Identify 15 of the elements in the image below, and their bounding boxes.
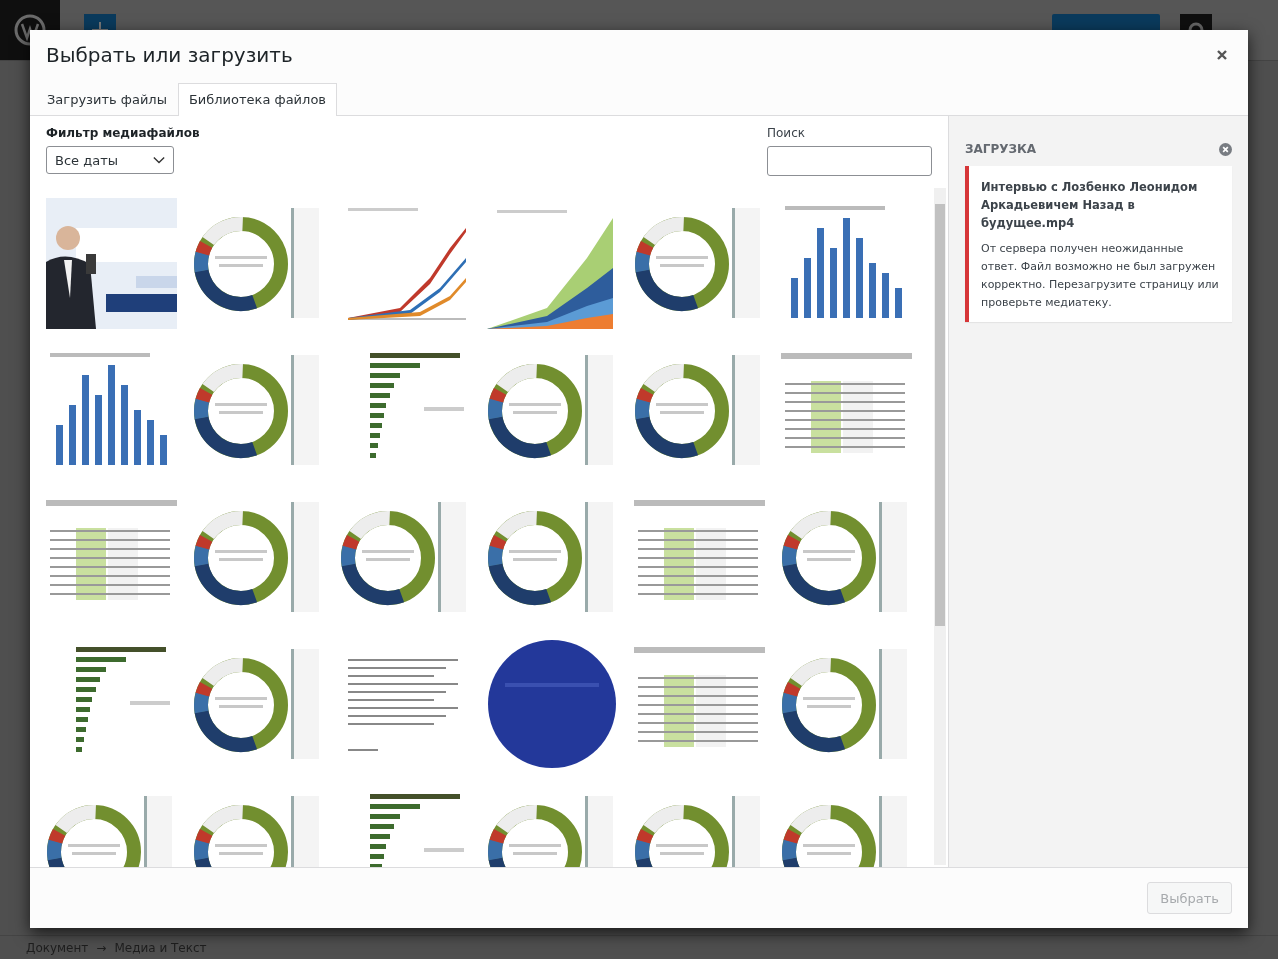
upload-heading: ЗАГРУЗКА [965, 142, 1037, 156]
error-message: От сервера получен неожиданные ответ. Файл возможно не был загружен корректно. Перезагрузите страницу или проверьте медиатеку. [981, 241, 1220, 311]
tab[interactable]: Библиотека файлов [177, 83, 337, 116]
chevron-icon [153, 156, 165, 164]
scrollbar[interactable] [934, 188, 946, 865]
tab[interactable]: Загрузить файлы [36, 83, 178, 116]
modal-title: Выбрать или загрузить [46, 43, 293, 67]
date-filter-dropdown[interactable]: Все даты [46, 146, 174, 174]
search-field[interactable] [767, 146, 932, 176]
filter-label: Фильтр медиафайлов [46, 126, 200, 140]
file-name: Интервью с Лозбенко Леонидом Аркадьевичем Назад в будущее.mp4 [981, 179, 1199, 232]
search-label: Поиск [767, 126, 806, 140]
dismiss-icon[interactable] [1219, 142, 1232, 156]
breadcrumb-item: → [96, 940, 107, 955]
close-icon[interactable] [1216, 49, 1228, 61]
